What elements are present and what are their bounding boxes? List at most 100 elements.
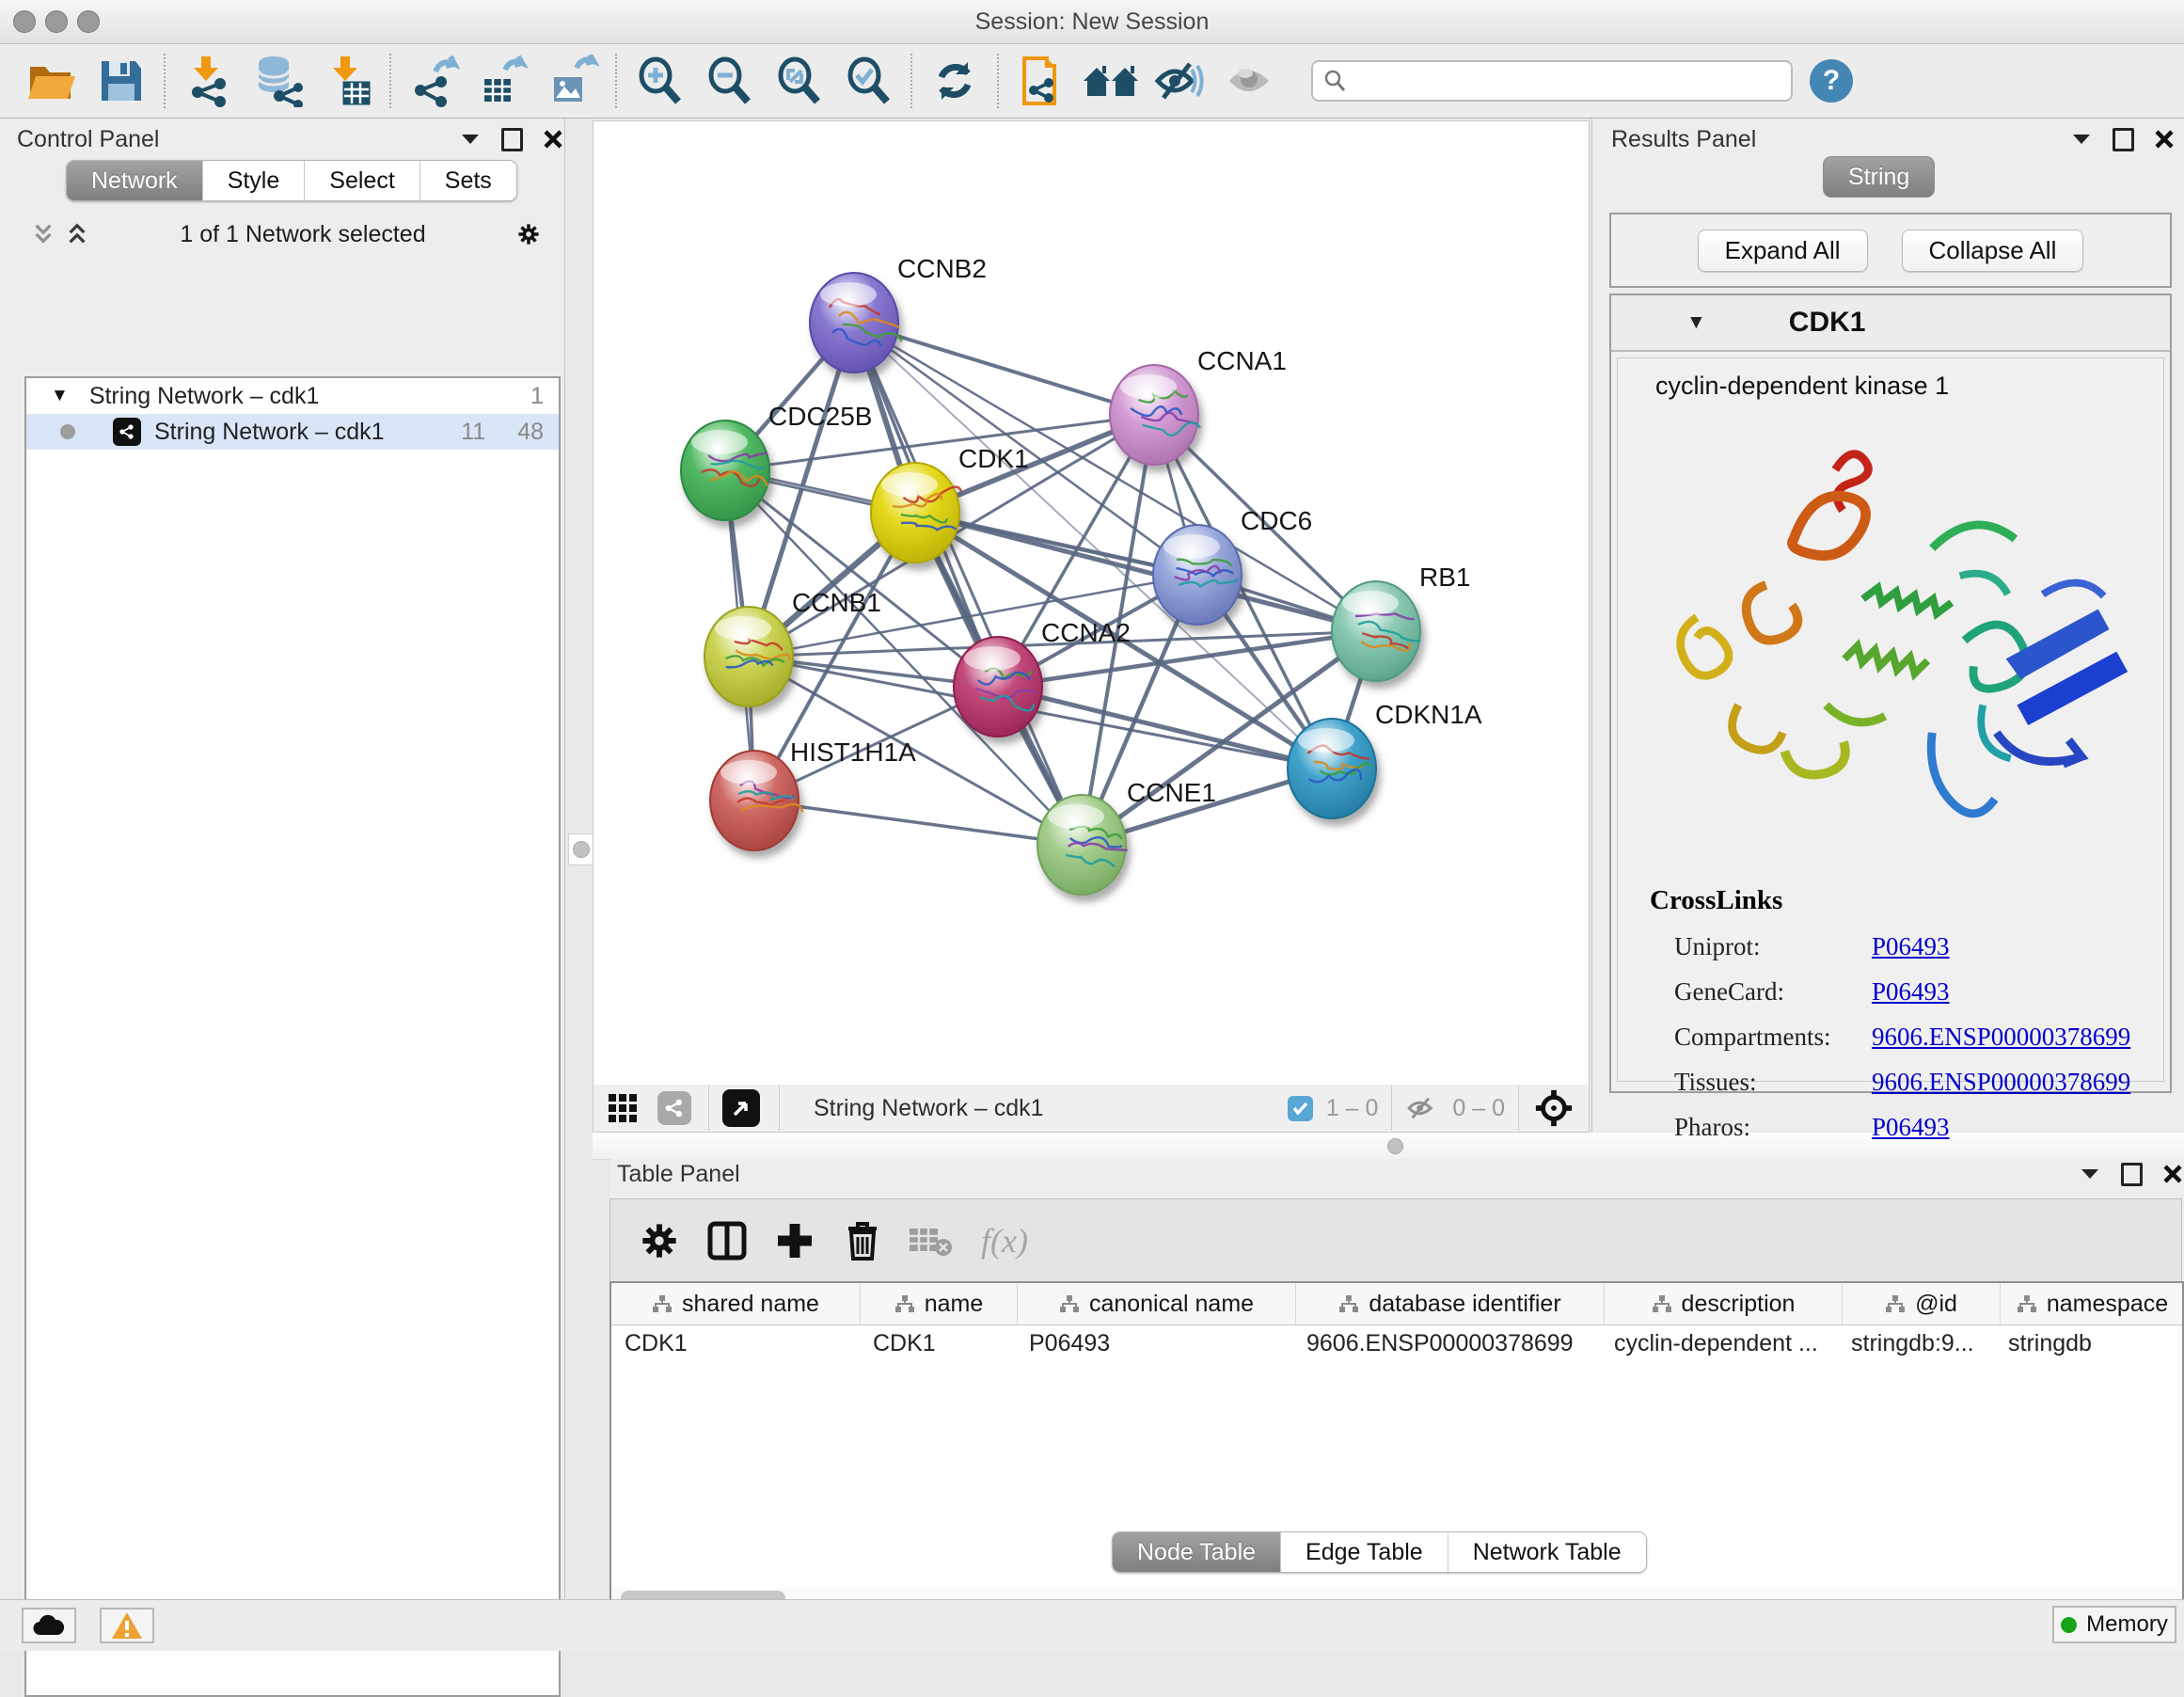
float-panel-button[interactable] [2120, 1163, 2143, 1185]
table-tab-node-table[interactable]: Node Table [1113, 1532, 1281, 1572]
network-options-button[interactable] [517, 223, 540, 246]
table-row[interactable]: CDK1CDK1P064939606.ENSP00000378699cyclin… [611, 1325, 2182, 1361]
memory-button[interactable]: Memory [2052, 1606, 2176, 1643]
network-collection-row[interactable]: ▼ String Network – cdk1 1 [26, 378, 559, 414]
collapse-panel-button[interactable] [2070, 128, 2093, 151]
results-panel: Results Panel String Expand All Collapse… [1591, 119, 2184, 1133]
crosslink-tissues-link[interactable]: 9606.ENSP00000378699 [1872, 1068, 2130, 1097]
column-type-icon [1652, 1294, 1672, 1313]
crosslink-compartments-link[interactable]: 9606.ENSP00000378699 [1872, 1023, 2130, 1052]
network-node-HIST1H1A[interactable]: HIST1H1A [710, 737, 916, 850]
tree-expander-icon[interactable]: ▼ [51, 386, 69, 406]
birds-eye-view-button[interactable] [722, 1089, 760, 1127]
crosslink-uniprot-link[interactable]: P06493 [1872, 932, 1950, 961]
control-tab-style[interactable]: Style [203, 161, 306, 200]
expand-collapse-bar: Expand All Collapse All [1609, 213, 2172, 288]
collapse-all-button[interactable]: Collapse All [1902, 230, 2084, 272]
function-builder-button[interactable]: f(x) [981, 1221, 1028, 1261]
expand-all-button[interactable]: Expand All [1698, 230, 1868, 272]
zoom-out-button[interactable] [694, 51, 764, 111]
show-columns-button[interactable] [697, 1211, 757, 1271]
float-panel-button[interactable] [500, 128, 523, 151]
save-session-button[interactable] [87, 51, 156, 111]
delete-column-button[interactable] [832, 1211, 893, 1271]
fit-selection-button[interactable] [1534, 1088, 1574, 1128]
open-session-button[interactable] [17, 51, 87, 111]
float-panel-button[interactable] [2112, 128, 2134, 151]
import-table-from-file-button[interactable] [312, 51, 382, 111]
collapse-all-networks-button[interactable] [32, 223, 55, 246]
warning-icon [111, 1611, 143, 1640]
warnings-button[interactable] [100, 1608, 154, 1643]
collapse-panel-button[interactable] [2079, 1163, 2101, 1185]
crosshair-icon [1534, 1088, 1574, 1128]
network-node-RB1[interactable]: RB1 [1332, 563, 1470, 681]
zoom-selected-button[interactable] [833, 51, 903, 111]
search-input[interactable] [1347, 67, 1755, 95]
horizontal-splitter-handle[interactable] [1387, 1138, 1403, 1154]
collapse-triangle-icon[interactable]: ▼ [1686, 311, 1706, 334]
column-header-name[interactable]: name [861, 1283, 1018, 1324]
close-panel-button[interactable] [2153, 128, 2176, 151]
add-column-button[interactable] [765, 1211, 825, 1271]
collapse-panel-button[interactable] [459, 128, 482, 151]
node-label-CCNE1: CCNE1 [1127, 778, 1216, 807]
help-button[interactable]: ? [1810, 59, 1853, 103]
control-tab-sets[interactable]: Sets [420, 161, 516, 200]
zoom-fit-icon [774, 56, 823, 105]
birds-eye-icon [722, 1089, 760, 1127]
protein-card-header[interactable]: ▼ CDK1 [1611, 295, 2170, 352]
table-tab-edge-table[interactable]: Edge Table [1281, 1532, 1448, 1572]
zoom-fit-button[interactable] [764, 51, 833, 111]
network-list-header: 1 of 1 Network selected [0, 213, 564, 256]
control-tab-network[interactable]: Network [67, 161, 203, 200]
results-tab-string[interactable]: String [1823, 156, 1935, 198]
float-icon [501, 128, 523, 151]
column-header-namespace[interactable]: namespace [2001, 1283, 2184, 1324]
column-header-@id[interactable]: @id [1843, 1283, 2001, 1324]
show-all-button[interactable] [1215, 51, 1285, 111]
column-header-database-identifier[interactable]: database identifier [1296, 1283, 1605, 1324]
export-image-button[interactable] [538, 51, 608, 111]
grid-view-button[interactable] [607, 1092, 639, 1124]
expand-all-networks-button[interactable] [66, 223, 88, 246]
network-row-selected[interactable]: String Network – cdk1 11 48 [26, 414, 559, 450]
new-network-from-selection-button[interactable] [1006, 51, 1076, 111]
cloud-button[interactable] [22, 1608, 76, 1643]
network-node-CDC25B[interactable]: CDC25B [681, 402, 872, 520]
delete-table-button-disabled[interactable] [900, 1211, 960, 1271]
toolbar-separator [910, 54, 912, 108]
export-table-button[interactable] [468, 51, 538, 111]
table-tab-network-table[interactable]: Network Table [1448, 1532, 1646, 1572]
network-edge-HIST1H1A-CCNE1[interactable] [754, 801, 1082, 845]
crosslink-genecard-link[interactable]: P06493 [1872, 977, 1950, 1007]
zoom-in-button[interactable] [625, 51, 694, 111]
network-node-CCNA1[interactable]: CCNA1 [1110, 346, 1287, 465]
first-neighbors-button[interactable] [1076, 51, 1146, 111]
crosslink-label: Tissues: [1674, 1068, 1872, 1097]
window-title: Session: New Session [0, 8, 2184, 36]
import-network-from-database-button[interactable] [243, 51, 312, 111]
network-canvas[interactable]: CCNB2CCNA1CDC25BCDK1CDC6RB1CCNB1CCNA2HIS… [593, 120, 1590, 1086]
column-header-label: namespace [2047, 1291, 2168, 1318]
crosslink-pharos-link[interactable]: P06493 [1872, 1113, 1950, 1142]
network-node-CCNB1[interactable]: CCNB1 [704, 588, 881, 706]
network-badge-button[interactable] [657, 1091, 691, 1125]
protein-name: CDK1 [1789, 307, 1866, 339]
hide-selected-button[interactable] [1146, 51, 1215, 111]
column-header-description[interactable]: description [1605, 1283, 1843, 1324]
close-panel-button[interactable] [542, 128, 564, 151]
close-panel-button[interactable] [2161, 1163, 2184, 1185]
network-node-CDKN1A[interactable]: CDKN1A [1288, 700, 1482, 818]
apply-layout-button[interactable] [920, 51, 989, 111]
results-panel-title: Results Panel [1611, 126, 1756, 153]
control-tab-select[interactable]: Select [305, 161, 419, 200]
export-network-button[interactable] [399, 51, 468, 111]
column-header-shared-name[interactable]: shared name [611, 1283, 861, 1324]
table-options-button[interactable] [629, 1211, 689, 1271]
left-splitter-handle[interactable] [568, 833, 594, 865]
network-node-CCNE1[interactable]: CCNE1 [1037, 778, 1216, 895]
import-network-from-file-button[interactable] [173, 51, 243, 111]
column-header-canonical-name[interactable]: canonical name [1018, 1283, 1296, 1324]
selected-checkbox-icon[interactable] [1288, 1096, 1313, 1121]
